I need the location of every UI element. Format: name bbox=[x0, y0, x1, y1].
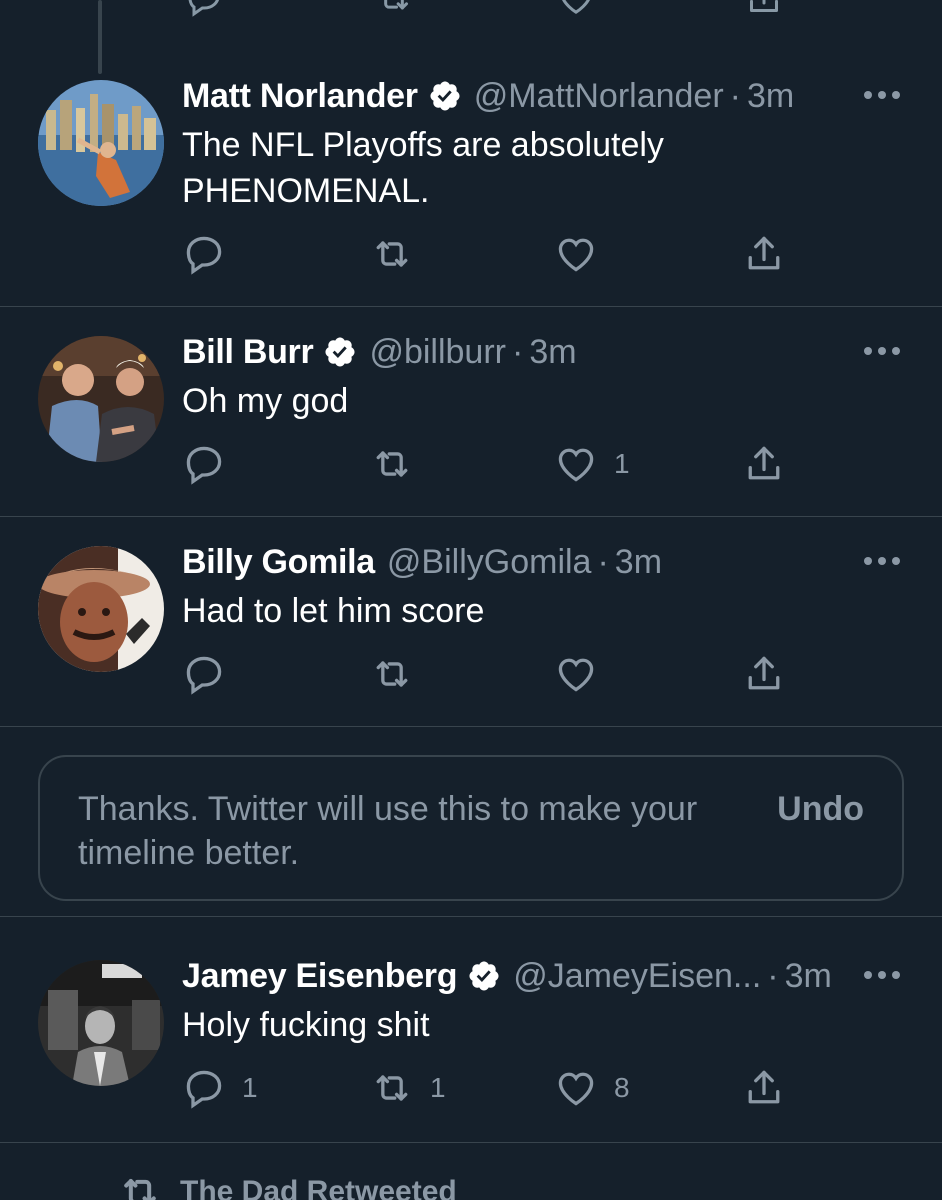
retweet-count: 1 bbox=[430, 1072, 446, 1103]
share-button[interactable] bbox=[742, 442, 786, 486]
verified-badge-icon bbox=[428, 79, 462, 113]
retweet-icon bbox=[124, 1178, 156, 1200]
retweet-icon bbox=[376, 241, 408, 267]
tweet-actions bbox=[0, 232, 942, 276]
separator-dot: · bbox=[597, 542, 609, 581]
like-button[interactable] bbox=[554, 652, 614, 696]
share-icon bbox=[748, 656, 780, 690]
more-options-icon[interactable] bbox=[862, 80, 902, 110]
undo-button[interactable]: Undo bbox=[777, 787, 864, 831]
divider bbox=[0, 306, 942, 307]
display-name[interactable]: Billy Gomila bbox=[182, 543, 375, 582]
user-handle[interactable]: @JameyEisen... bbox=[513, 957, 761, 996]
divider bbox=[0, 516, 942, 517]
reply-icon bbox=[186, 446, 222, 485]
user-handle[interactable]: @BillyGomila bbox=[387, 543, 592, 582]
display-name[interactable]: Bill Burr bbox=[182, 333, 314, 372]
tweet-header: Bill Burr @billburr · 3m bbox=[182, 332, 577, 372]
separator-dot: · bbox=[767, 956, 779, 995]
avatar[interactable] bbox=[38, 80, 164, 206]
tweet-text: Had to let him score bbox=[182, 588, 862, 634]
like-button[interactable]: 1 bbox=[554, 442, 630, 486]
divider bbox=[0, 726, 942, 727]
display-name[interactable]: Jamey Eisenberg bbox=[182, 957, 458, 996]
separator-dot: · bbox=[729, 76, 741, 115]
timestamp[interactable]: 3m bbox=[529, 333, 576, 372]
divider bbox=[0, 1142, 942, 1143]
reply-button[interactable]: 1 bbox=[182, 1066, 258, 1110]
retweet-button[interactable] bbox=[370, 652, 430, 696]
more-options-icon[interactable] bbox=[862, 336, 902, 366]
retweet-button[interactable] bbox=[370, 442, 430, 486]
more-options-icon[interactable] bbox=[862, 546, 902, 576]
retweet-icon[interactable] bbox=[374, 0, 414, 23]
heart-icon bbox=[558, 238, 594, 272]
like-button[interactable] bbox=[554, 232, 614, 276]
share-icon bbox=[748, 446, 780, 480]
separator-dot: · bbox=[512, 332, 524, 371]
user-handle[interactable]: @billburr bbox=[369, 333, 506, 372]
tweet-actions: 1 bbox=[0, 442, 942, 486]
avatar-photo bbox=[38, 80, 164, 206]
tweet-text-line: Oh my god bbox=[182, 382, 349, 420]
feedback-message-line: timeline better. bbox=[78, 834, 300, 872]
verified-badge-icon bbox=[323, 335, 357, 369]
like-button[interactable]: 8 bbox=[554, 1066, 630, 1110]
heart-icon[interactable] bbox=[556, 0, 596, 23]
more-options-icon[interactable] bbox=[862, 960, 902, 990]
tweet-header: Jamey Eisenberg @JameyEisen... · 3m bbox=[182, 956, 832, 996]
timestamp[interactable]: 3m bbox=[615, 543, 662, 582]
display-name[interactable]: Matt Norlander bbox=[182, 77, 418, 116]
feedback-notice: Thanks. Twitter will use this to make yo… bbox=[38, 755, 904, 901]
retweet-icon bbox=[376, 1075, 408, 1101]
share-button[interactable] bbox=[742, 232, 786, 276]
tweet-text-line: Holy fucking shit bbox=[182, 1006, 430, 1044]
tweet-actions bbox=[0, 652, 942, 696]
user-handle[interactable]: @MattNorlander bbox=[474, 77, 724, 116]
tweet-header: Matt Norlander @MattNorlander · 3m bbox=[182, 76, 794, 116]
divider bbox=[0, 916, 942, 917]
tweet-text-line: PHENOMENAL. bbox=[182, 172, 430, 210]
verified-badge-icon bbox=[467, 959, 501, 993]
tweet-text: Holy fucking shit bbox=[182, 1002, 862, 1048]
tweet-header: Billy Gomila @BillyGomila · 3m bbox=[182, 542, 662, 582]
tweet-actions: 1 1 8 bbox=[0, 1066, 942, 1110]
reply-icon bbox=[186, 656, 222, 695]
reply-button[interactable] bbox=[182, 232, 242, 276]
retweeted-indicator[interactable]: The Dad Retweeted bbox=[118, 1170, 457, 1200]
reply-button[interactable] bbox=[182, 652, 242, 696]
timestamp[interactable]: 3m bbox=[747, 77, 794, 116]
retweet-icon bbox=[376, 661, 408, 687]
tweet-text-line: The NFL Playoffs are absolutely bbox=[182, 126, 664, 164]
share-button[interactable] bbox=[742, 1066, 786, 1110]
retweet-button[interactable] bbox=[370, 232, 430, 276]
share-icon[interactable] bbox=[744, 0, 784, 23]
retweet-button[interactable]: 1 bbox=[370, 1066, 446, 1110]
share-icon bbox=[748, 1070, 780, 1104]
retweet-icon bbox=[376, 451, 408, 477]
share-button[interactable] bbox=[742, 652, 786, 696]
reply-count: 1 bbox=[242, 1072, 258, 1103]
heart-icon bbox=[558, 448, 594, 482]
reply-icon bbox=[186, 1070, 222, 1109]
heart-icon bbox=[558, 658, 594, 692]
tweet-text-line: Had to let him score bbox=[182, 592, 485, 630]
timestamp[interactable]: 3m bbox=[785, 957, 832, 996]
retweeted-label: The Dad Retweeted bbox=[180, 1175, 457, 1200]
like-count: 8 bbox=[614, 1072, 630, 1103]
share-icon bbox=[748, 236, 780, 270]
reply-icon bbox=[186, 236, 222, 275]
feedback-message: Thanks. Twitter will use this to make yo… bbox=[78, 787, 758, 875]
feedback-message-line: Thanks. Twitter will use this to make yo… bbox=[78, 790, 698, 828]
reply-button[interactable] bbox=[182, 442, 242, 486]
previous-tweet-actions bbox=[0, 0, 942, 18]
heart-icon bbox=[558, 1072, 594, 1106]
tweet-text: The NFL Playoffs are absolutely PHENOMEN… bbox=[182, 122, 862, 214]
tweet-text: Oh my god bbox=[182, 378, 862, 424]
reply-icon[interactable] bbox=[184, 0, 224, 23]
like-count: 1 bbox=[614, 448, 630, 479]
